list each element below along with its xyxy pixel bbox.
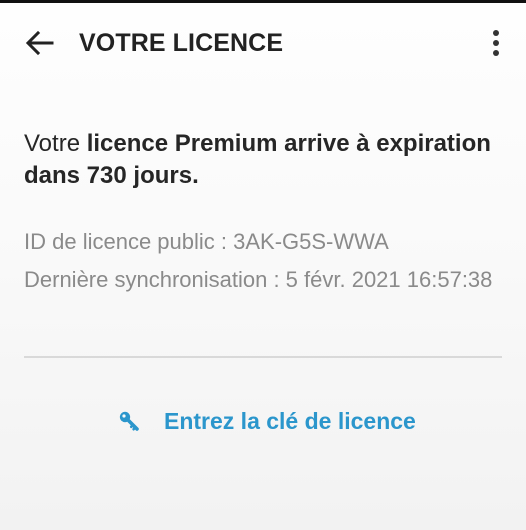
status-highlight: licence Premium arrive à expiration dans… (24, 130, 491, 189)
enter-license-key-button[interactable]: Entrez la clé de licence (116, 399, 416, 443)
license-screen: VOTRE LICENCE Votre licence Premium arri… (0, 0, 526, 530)
back-button[interactable] (22, 25, 58, 61)
more-vertical-icon (493, 30, 499, 56)
status-prefix: Votre (24, 130, 87, 157)
page-title: VOTRE LICENCE (79, 29, 284, 57)
arrow-left-icon (25, 30, 54, 56)
enter-license-key-label: Entrez la clé de licence (164, 407, 416, 434)
key-icon (116, 408, 142, 434)
divider (24, 356, 502, 358)
license-status-message: Votre licence Premium arrive à expiratio… (24, 128, 504, 192)
public-license-id: ID de licence public : 3AK-G5S-WWA (24, 229, 389, 254)
app-bar: VOTRE LICENCE (0, 3, 526, 81)
overflow-menu-button[interactable] (484, 27, 508, 59)
last-sync-info: Dernière synchronisation : 5 févr. 2021 … (24, 267, 493, 292)
